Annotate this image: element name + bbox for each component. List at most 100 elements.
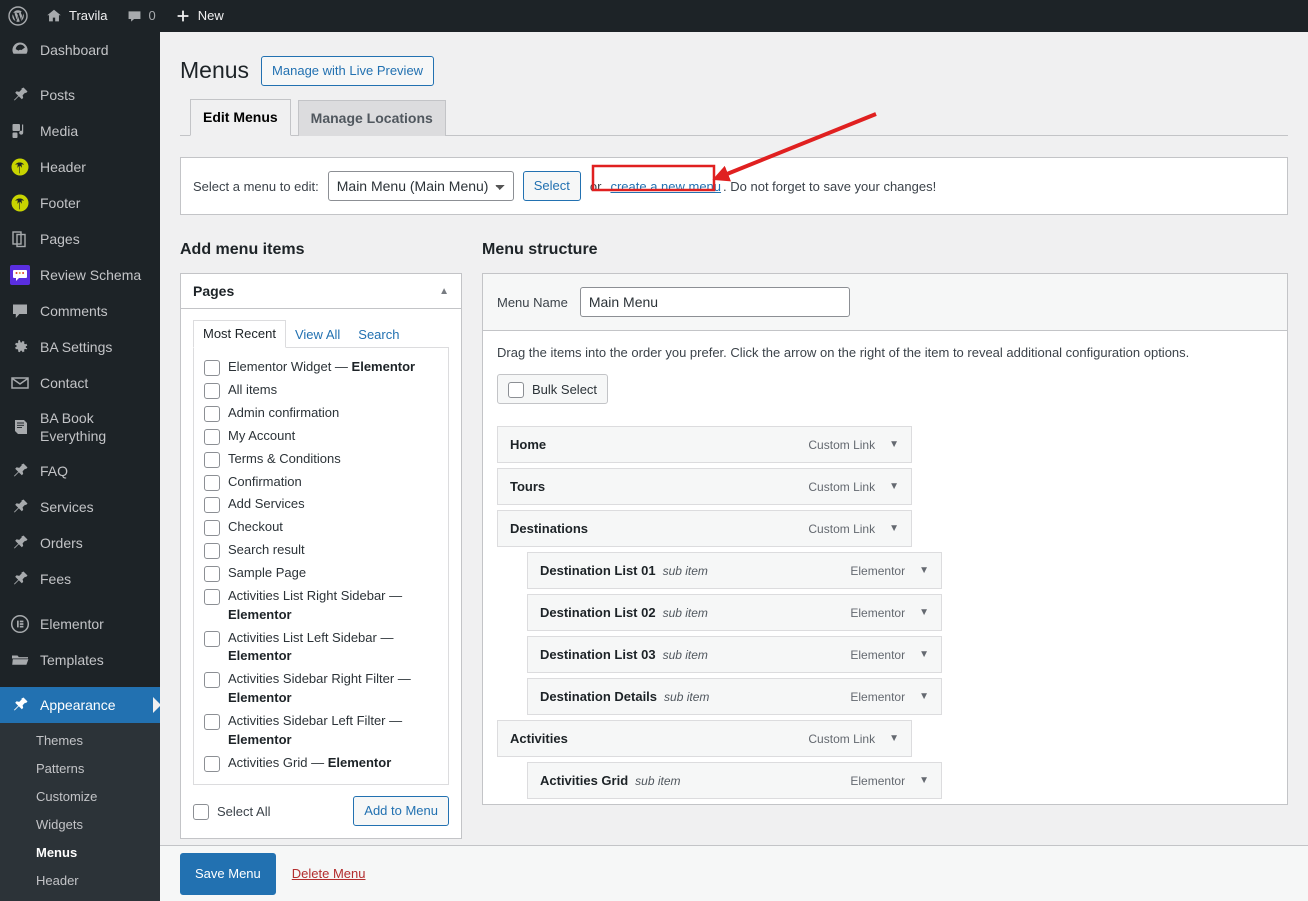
pages-postbox: Pages ▲ Most RecentView AllSearch Elemen… xyxy=(180,273,462,839)
submenu-item-header[interactable]: Header xyxy=(0,867,160,895)
page-checkbox[interactable] xyxy=(204,714,220,730)
page-checkbox[interactable] xyxy=(204,756,220,772)
menu-item-row[interactable]: ToursCustom Link▼ xyxy=(497,468,912,505)
page-checkbox-item[interactable]: Activities List Left Sidebar — Elementor xyxy=(204,629,438,667)
submenu-item-background[interactable]: Background xyxy=(0,895,160,901)
submenu-item-customize[interactable]: Customize xyxy=(0,783,160,811)
select-button[interactable]: Select xyxy=(523,171,581,201)
sidebar-item-comments[interactable]: Comments xyxy=(0,293,160,329)
page-checkbox[interactable] xyxy=(204,566,220,582)
page-checkbox[interactable] xyxy=(204,520,220,536)
page-checkbox[interactable] xyxy=(204,429,220,445)
page-checkbox-item[interactable]: Activities List Right Sidebar — Elemento… xyxy=(204,587,438,625)
sidebar-item-header[interactable]: Header xyxy=(0,149,160,185)
submenu-item-patterns[interactable]: Patterns xyxy=(0,755,160,783)
sidebar-item-appearance[interactable]: Appearance xyxy=(0,687,160,723)
page-checkbox[interactable] xyxy=(204,631,220,647)
pages-postbox-header[interactable]: Pages ▲ xyxy=(181,274,461,309)
sidebar-item-faq[interactable]: FAQ xyxy=(0,453,160,489)
sidebar-item-pages[interactable]: Pages xyxy=(0,221,160,257)
menu-item-row[interactable]: Destination List 02sub itemElementor▼ xyxy=(527,594,942,631)
sidebar-item-contact[interactable]: Contact xyxy=(0,365,160,401)
page-checkbox-item[interactable]: Activities Grid — Elementor xyxy=(204,754,438,773)
page-checkbox-item[interactable]: Sample Page xyxy=(204,564,438,583)
chevron-down-icon[interactable]: ▼ xyxy=(889,523,899,534)
chevron-down-icon[interactable]: ▼ xyxy=(889,733,899,744)
page-checkbox[interactable] xyxy=(204,589,220,605)
chevron-up-icon[interactable]: ▲ xyxy=(439,286,449,297)
menu-item-row[interactable]: DestinationsCustom Link▼ xyxy=(497,510,912,547)
book-icon xyxy=(10,417,30,437)
menu-item-row[interactable]: Destination List 03sub itemElementor▼ xyxy=(527,636,942,673)
menu-item-row[interactable]: Destination Detailssub itemElementor▼ xyxy=(527,678,942,715)
sidebar-item-orders[interactable]: Orders xyxy=(0,525,160,561)
site-name-menu[interactable]: Travila xyxy=(36,0,117,32)
sidebar-item-ba-settings[interactable]: BA Settings xyxy=(0,329,160,365)
chevron-down-icon[interactable]: ▼ xyxy=(919,565,929,576)
sidebar-item-footer[interactable]: Footer xyxy=(0,185,160,221)
page-label: Activities Grid — Elementor xyxy=(228,754,438,773)
menu-item-row[interactable]: HomeCustom Link▼ xyxy=(497,426,912,463)
delete-menu-link[interactable]: Delete Menu xyxy=(292,866,366,881)
page-checkbox[interactable] xyxy=(204,475,220,491)
page-checkbox[interactable] xyxy=(204,672,220,688)
page-checkbox[interactable] xyxy=(204,452,220,468)
page-checkbox-item[interactable]: Checkout xyxy=(204,518,438,537)
page-checkbox-item[interactable]: Search result xyxy=(204,541,438,560)
pages-tab-view-all[interactable]: View All xyxy=(286,322,349,348)
sidebar-item-fees[interactable]: Fees xyxy=(0,561,160,597)
menu-select-dropdown[interactable]: Main Menu (Main Menu) xyxy=(328,171,514,201)
chevron-down-icon[interactable]: ▼ xyxy=(889,439,899,450)
bulk-select-checkbox[interactable] xyxy=(508,382,524,398)
sidebar-item-dashboard[interactable]: Dashboard xyxy=(0,32,160,68)
chevron-down-icon[interactable]: ▼ xyxy=(919,691,929,702)
menu-name-input[interactable] xyxy=(580,287,850,317)
chevron-down-icon[interactable]: ▼ xyxy=(919,649,929,660)
page-checkbox[interactable] xyxy=(204,383,220,399)
pages-tab-most-recent[interactable]: Most Recent xyxy=(193,320,286,348)
page-checkbox-item[interactable]: Admin confirmation xyxy=(204,404,438,423)
add-to-menu-button[interactable]: Add to Menu xyxy=(353,796,449,826)
sidebar-item-posts[interactable]: Posts xyxy=(0,77,160,113)
menu-item-row[interactable]: Destination List 01sub itemElementor▼ xyxy=(527,552,942,589)
tab-edit-menus[interactable]: Edit Menus xyxy=(190,99,291,136)
page-checkbox-item[interactable]: Activities Sidebar Left Filter — Element… xyxy=(204,712,438,750)
page-checkbox-item[interactable]: Add Services xyxy=(204,495,438,514)
sidebar-item-elementor[interactable]: Elementor xyxy=(0,606,160,642)
sidebar-item-ba-book-everything[interactable]: BA Book Everything xyxy=(0,401,160,453)
manage-with-live-preview-button[interactable]: Manage with Live Preview xyxy=(261,56,434,86)
sidebar-item-media[interactable]: Media xyxy=(0,113,160,149)
menu-item-row[interactable]: ActivitiesCustom Link▼ xyxy=(497,720,912,757)
new-content-menu[interactable]: New xyxy=(165,0,233,32)
chevron-down-icon[interactable]: ▼ xyxy=(889,481,899,492)
select-all-checkbox-row[interactable]: Select All xyxy=(193,802,270,820)
comments-menu[interactable]: 0 xyxy=(117,0,165,32)
page-checkbox-item[interactable]: All items xyxy=(204,381,438,400)
menu-item-row[interactable]: Activities Gridsub itemElementor▼ xyxy=(527,762,942,799)
sidebar-item-services[interactable]: Services xyxy=(0,489,160,525)
select-all-checkbox[interactable] xyxy=(193,804,209,820)
wordpress-logo-menu[interactable] xyxy=(0,0,36,32)
submenu-item-menus[interactable]: Menus xyxy=(0,839,160,867)
sidebar-item-review-schema[interactable]: Review Schema xyxy=(0,257,160,293)
pages-tab-search[interactable]: Search xyxy=(349,322,408,348)
page-checkbox-item[interactable]: Activities Sidebar Right Filter — Elemen… xyxy=(204,670,438,708)
page-checkbox[interactable] xyxy=(204,497,220,513)
save-menu-button[interactable]: Save Menu xyxy=(180,853,276,895)
sidebar-item-templates[interactable]: Templates xyxy=(0,642,160,678)
page-checkbox-item[interactable]: Elementor Widget — Elementor xyxy=(204,358,438,377)
sidebar-item-label: Comments xyxy=(40,302,160,320)
page-checkbox[interactable] xyxy=(204,543,220,559)
page-checkbox[interactable] xyxy=(204,360,220,376)
page-checkbox-item[interactable]: Confirmation xyxy=(204,473,438,492)
bulk-select-toggle[interactable]: Bulk Select xyxy=(497,374,608,404)
page-checkbox-item[interactable]: Terms & Conditions xyxy=(204,450,438,469)
page-checkbox[interactable] xyxy=(204,406,220,422)
chevron-down-icon[interactable]: ▼ xyxy=(919,607,929,618)
tab-manage-locations[interactable]: Manage Locations xyxy=(298,100,446,136)
page-checkbox-item[interactable]: My Account xyxy=(204,427,438,446)
chevron-down-icon[interactable]: ▼ xyxy=(919,775,929,786)
submenu-item-themes[interactable]: Themes xyxy=(0,727,160,755)
submenu-item-widgets[interactable]: Widgets xyxy=(0,811,160,839)
create-a-new-menu-link[interactable]: create a new menu xyxy=(610,179,721,194)
